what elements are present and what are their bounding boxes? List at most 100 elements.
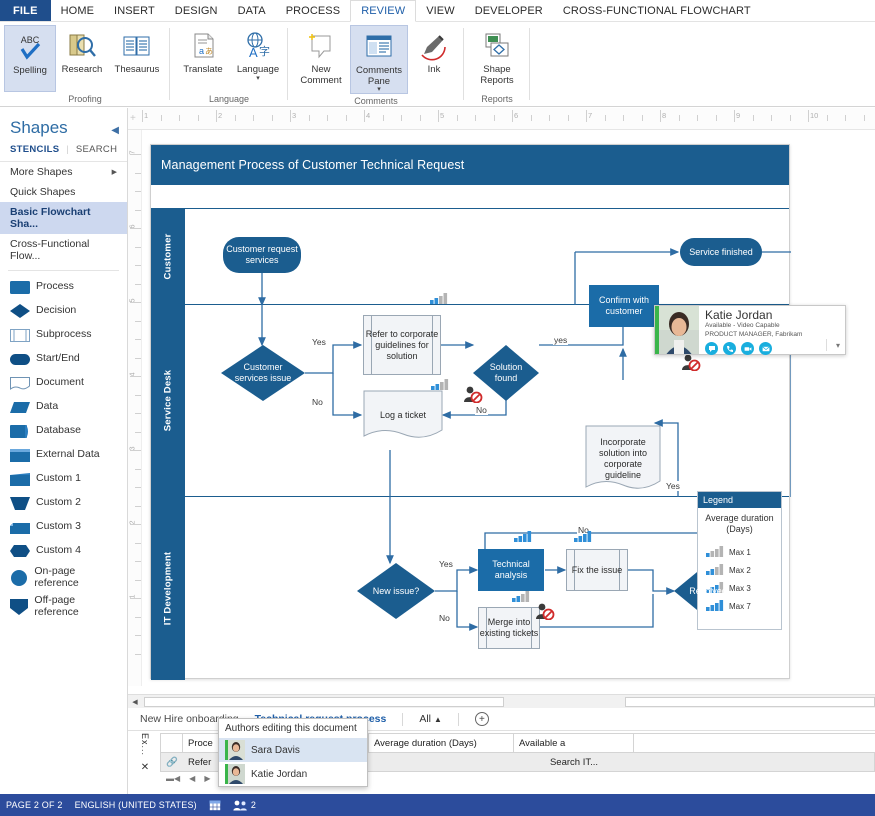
shape-subprocess[interactable]: Subprocess [0,323,127,347]
legend-row: Max 2 [698,561,781,579]
shape-decision[interactable]: Decision [0,299,127,323]
shape-data[interactable]: Data [0,395,127,419]
tab-file[interactable]: FILE [0,0,51,21]
mail-icon[interactable] [759,342,772,355]
scroll-left-icon[interactable]: ◀ [128,695,142,709]
ribbon-group-label: Reports [464,92,530,106]
ribbon-button-thesaurus[interactable]: Thesaurus [108,25,166,92]
ribbon-button-language[interactable]: A字Language▾ [232,25,284,92]
stencil-item-quick-shapes[interactable]: Quick Shapes [0,182,127,202]
author-item[interactable]: Katie Jordan [219,762,367,786]
node-log-a-ticket[interactable]: Log a ticket [363,390,443,440]
ribbon-button-new-comment[interactable]: New Comment [292,25,350,94]
swimlane-customer[interactable]: Customer Customer request services Servi… [151,209,789,305]
node-customer-services-issue[interactable]: Customer services issue [221,345,305,401]
shape-document[interactable]: Document [0,371,127,395]
node-technical-analysis[interactable]: Technical analysis [478,549,544,591]
ribbon-tab-home[interactable]: HOME [51,0,104,21]
all-pages-button[interactable]: All ▲ [419,713,442,725]
status-page-indicator[interactable]: PAGE 2 OF 2 [6,800,63,810]
vertical-ruler[interactable]: 7654321 [128,130,142,686]
scrollbar-thumb[interactable] [144,697,504,707]
row-link-icon-cell: 🔗 [161,753,183,771]
table-column-header[interactable]: Available a [514,734,634,752]
swimlane-it-development[interactable]: IT Development [151,497,789,680]
ribbon-tab-insert[interactable]: INSERT [104,0,165,21]
prev-record-icon[interactable]: ◀ [189,774,195,783]
stencil-item-basic-flowchart-sha[interactable]: Basic Flowchart Sha... [0,202,127,234]
presence-blocked-icon[interactable] [463,385,483,408]
grid-icon[interactable] [209,800,221,811]
shape-database[interactable]: Database [0,419,127,443]
plus-circle-icon[interactable]: + [475,712,489,726]
ribbon-tab-data[interactable]: DATA [228,0,276,21]
horizontal-ruler[interactable]: +12345678910 [128,108,875,130]
node-incorporate-solution[interactable]: Incorporate solution into corporate guid… [585,425,661,493]
edge-label-yes-2: yes [553,335,568,345]
horizontal-scrollbar[interactable]: ◀ [128,694,875,708]
diagram-page[interactable]: Management Process of Customer Technical… [150,144,790,679]
ribbon-button-shape-reports[interactable]: Shape Reports [468,25,526,92]
chevron-left-icon[interactable]: ◀ [111,125,119,136]
ribbon-button-research[interactable]: Research [56,25,108,92]
shape-custom-3[interactable]: Custom 3 [0,515,127,539]
shape-start-end[interactable]: Start/End [0,347,127,371]
tab-search[interactable]: SEARCH [76,144,117,155]
node-refer-to-corporate-guidelines[interactable]: Refer to corporate guidelines for soluti… [363,315,441,375]
shape-external-data[interactable]: External Data [0,443,127,467]
ribbon-button-translate[interactable]: aあTranslate [174,25,232,92]
document-icon [10,377,36,390]
shape-off-page-reference[interactable]: Off-page reference [0,592,127,621]
call-icon[interactable] [723,342,736,355]
presence-blocked-icon[interactable] [681,353,701,376]
shape-custom-2[interactable]: Custom 2 [0,491,127,515]
author-item[interactable]: Sara Davis [219,738,367,762]
ribbon-button-comments-pane[interactable]: Comments Pane▾ [350,25,408,94]
shape-custom-4[interactable]: Custom 4 [0,539,127,563]
status-language[interactable]: ENGLISH (UNITED STATES) [75,800,197,810]
stencil-item-more-shapes[interactable]: More Shapes▶ [0,162,127,182]
ribbon-tab-view[interactable]: VIEW [416,0,465,21]
cell-duration [369,753,514,771]
close-icon[interactable]: ✕ [141,762,149,773]
ribbon-tab-design[interactable]: DESIGN [165,0,228,21]
ribbon-tab-review[interactable]: REVIEW [350,0,416,22]
dropdown-caret-icon[interactable]: ▾ [377,87,381,93]
node-new-issue[interactable]: New issue? [357,563,435,619]
node-merge-into-existing-tickets[interactable]: Merge into existing tickets [478,607,540,649]
node-label: Incorporate solution into corporate guid… [585,437,661,481]
diamond-icon [10,304,36,318]
node-fix-the-issue[interactable]: Fix the issue [566,549,628,591]
ruler-origin-icon[interactable]: + [130,113,136,124]
coauthors-indicator[interactable]: 2 [233,800,256,811]
video-icon[interactable] [741,342,754,355]
ruler-tick-label: 7 [588,111,592,120]
ribbon-tab-developer[interactable]: DEVELOPER [465,0,553,21]
stencil-item-cross-functional-flow[interactable]: Cross-Functional Flow... [0,234,127,266]
ribbon-button-spelling[interactable]: ABCSpelling [4,25,56,92]
shape-label: Custom 1 [36,473,81,485]
circle-icon [10,570,34,586]
ruler-minor-tick [135,191,141,192]
im-icon[interactable] [705,342,718,355]
authors-editing-popup[interactable]: Authors editing this document Sara Davis… [218,718,368,787]
contact-card-katie-jordan[interactable]: Katie Jordan Available - Video Capable P… [654,305,846,355]
ribbon-tab-process[interactable]: PROCESS [276,0,351,21]
node-confirm-with-customer[interactable]: Confirm with customer [589,285,659,327]
chevron-down-icon[interactable]: ▾ [836,341,840,350]
shape-custom-1[interactable]: Custom 1 [0,467,127,491]
shape-process[interactable]: Process [0,275,127,299]
shape-label: Process [36,281,74,293]
table-column-header[interactable]: Average duration (Days) [369,734,514,752]
drawing-canvas[interactable]: Management Process of Customer Technical… [142,130,875,686]
tab-stencils[interactable]: STENCILS [10,144,59,155]
ribbon-tab-cross-functional-flowchart[interactable]: CROSS-FUNCTIONAL FLOWCHART [553,0,761,21]
shape-on-page-reference[interactable]: On-page reference [0,563,127,592]
chevron-right-icon[interactable]: ▶ [112,168,117,176]
first-record-icon[interactable]: ▬◀ [166,774,180,783]
dropdown-caret-icon[interactable]: ▾ [256,76,260,82]
scroll-right-region[interactable] [625,697,875,707]
ribbon-button-ink[interactable]: Ink [408,25,460,94]
lane-label-service-desk: Service Desk [151,305,185,496]
next-record-icon[interactable]: ▶ [204,774,210,783]
